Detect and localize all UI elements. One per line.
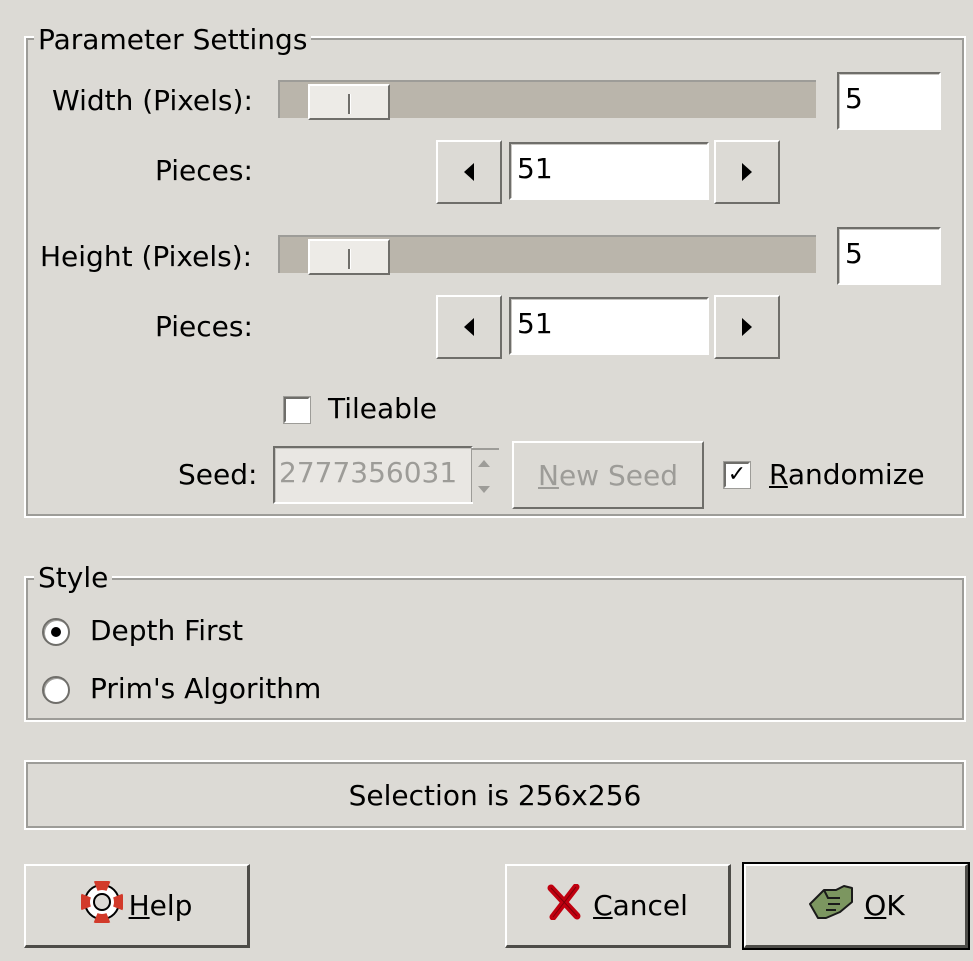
slider-grip (348, 249, 351, 269)
seed-increment-button[interactable] (474, 451, 494, 475)
height-pieces-decrement-button[interactable] (436, 295, 502, 359)
width-slider-trough[interactable] (278, 80, 816, 120)
lifebuoy-icon (79, 880, 124, 930)
height-pieces-increment-button[interactable] (714, 295, 780, 359)
width-value-field[interactable]: 5 (837, 72, 941, 130)
prims-algorithm-radio[interactable] (42, 676, 70, 704)
triangle-down-icon (478, 485, 490, 493)
style-legend: Style (34, 562, 113, 594)
triangle-left-icon (464, 318, 474, 336)
radio-selected-dot (51, 627, 61, 637)
seed-field[interactable]: 2777356031 (273, 446, 473, 504)
width-label: Width (Pixels): (52, 84, 253, 117)
width-slider-handle[interactable] (308, 84, 390, 120)
ok-label: OK (864, 889, 905, 922)
new-seed-button[interactable]: New Seed (512, 441, 704, 509)
seed-decrement-button[interactable] (474, 477, 494, 501)
height-slider-handle[interactable] (308, 239, 390, 275)
new-seed-label: New Seed (538, 458, 678, 492)
cancel-button[interactable]: Cancel (505, 864, 731, 948)
width-pieces-label: Pieces: (155, 154, 253, 187)
height-pieces-label: Pieces: (155, 310, 253, 343)
tileable-checkbox[interactable] (284, 397, 310, 423)
height-slider-trough[interactable] (278, 235, 816, 275)
slider-grip (348, 94, 351, 114)
cancel-label: Cancel (593, 889, 688, 922)
red-x-icon (547, 883, 581, 927)
width-pieces-increment-button[interactable] (714, 140, 780, 204)
randomize-checkbox[interactable]: ✓ (724, 462, 750, 488)
width-pieces-decrement-button[interactable] (436, 140, 502, 204)
tileable-label[interactable]: Tileable (328, 392, 437, 426)
hand-pointer-icon (806, 882, 858, 929)
help-label: Help (128, 889, 193, 922)
prims-algorithm-label[interactable]: Prim's Algorithm (90, 672, 321, 706)
selection-status-text: Selection is 256x256 (348, 778, 642, 812)
height-value-field[interactable]: 5 (837, 227, 941, 285)
depth-first-label[interactable]: Depth First (90, 614, 243, 648)
randomize-label[interactable]: Randomize (769, 458, 925, 492)
ok-button[interactable]: OK (742, 862, 970, 950)
height-label: Height (Pixels): (40, 240, 253, 273)
seed-spinner[interactable] (471, 448, 499, 502)
height-pieces-field[interactable]: 51 (509, 297, 709, 355)
selection-status: Selection is 256x256 (24, 760, 966, 830)
width-pieces-field[interactable]: 51 (509, 142, 709, 200)
triangle-left-icon (464, 163, 474, 181)
seed-label: Seed: (178, 458, 258, 491)
help-button[interactable]: Help (24, 864, 250, 948)
triangle-right-icon (742, 318, 752, 336)
triangle-up-icon (478, 459, 490, 467)
depth-first-radio[interactable] (42, 618, 70, 646)
parameter-settings-legend: Parameter Settings (34, 24, 312, 56)
triangle-right-icon (742, 163, 752, 181)
